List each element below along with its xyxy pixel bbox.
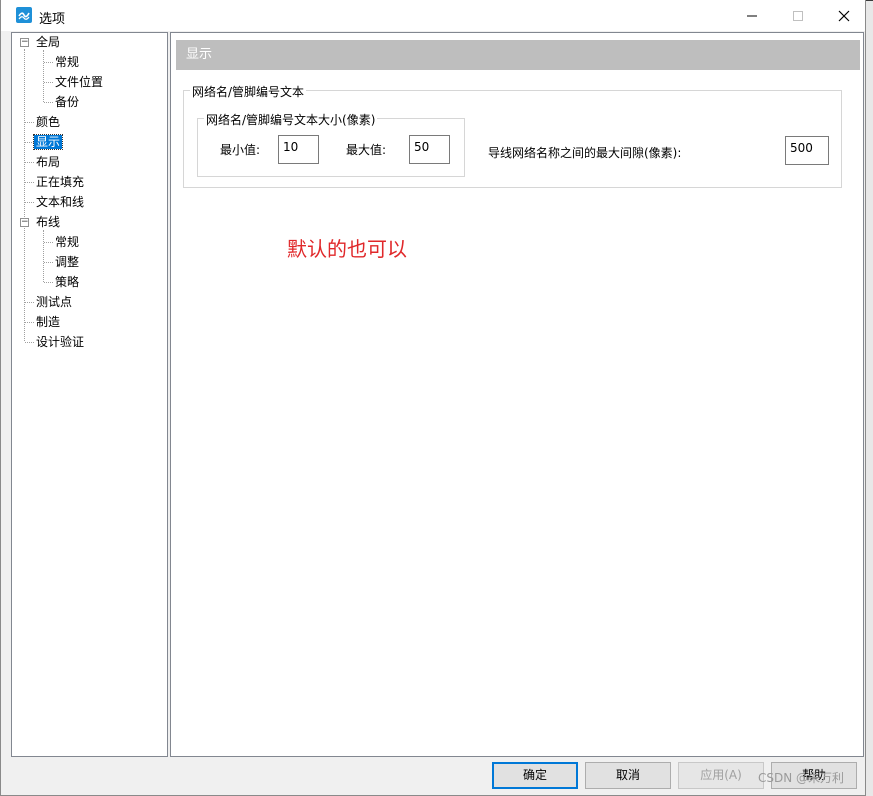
net-name-text-group: 网络名/管脚编号文本 网络名/管脚编号文本大小(像素) 最小值: 10 最大值:… (183, 83, 842, 188)
tree-item-label: 文本和线 (36, 195, 85, 209)
tree-item-label: 备份 (55, 95, 80, 109)
tree-item-label: 正在填充 (36, 175, 85, 189)
text-size-group: 网络名/管脚编号文本大小(像素) 最小值: 10 最大值: 50 (197, 111, 465, 177)
tree-connector (25, 202, 34, 203)
collapse-icon[interactable]: − (20, 38, 29, 47)
tree-item-manufacturing[interactable]: 制造 (34, 313, 62, 331)
group-title: 网络名/管脚编号文本大小(像素) (204, 111, 378, 128)
max-gap-input[interactable]: 500 (785, 136, 829, 165)
tree-connector (44, 62, 53, 63)
app-icon (16, 7, 32, 23)
minimize-icon (747, 15, 757, 16)
tree-item-strategy[interactable]: 策略 (53, 273, 81, 291)
tree-item-design-verification[interactable]: 设计验证 (34, 333, 86, 351)
ok-button[interactable]: 确定 (492, 762, 578, 789)
tree-connector (44, 82, 53, 83)
close-icon (838, 10, 850, 21)
max-value-label: 最大值: (346, 143, 387, 157)
tree-connector (24, 49, 25, 341)
maximize-icon (793, 10, 803, 21)
tree-item-layout[interactable]: 布局 (34, 153, 62, 171)
tree-item-adjust[interactable]: 调整 (53, 253, 81, 271)
max-gap-label: 导线网络名称之间的最大间隙(像素): (488, 146, 682, 160)
tree-connector (44, 262, 53, 263)
tree-item-label: 显示 (32, 134, 64, 150)
options-tree[interactable]: − − 全局 常规 文件位置 备份 颜色 显示 布局 正在填充 文本和线 布线 … (11, 32, 168, 757)
tree-connector (44, 102, 53, 103)
tree-item-backup[interactable]: 备份 (53, 93, 81, 111)
min-value-label: 最小值: (220, 143, 261, 157)
tree-item-label: 颜色 (36, 115, 61, 129)
tree-item-global-general[interactable]: 常规 (53, 53, 81, 71)
tree-connector (25, 342, 34, 343)
section-header: 显示 (176, 40, 860, 70)
tree-connector (25, 182, 34, 183)
tree-connector (43, 50, 44, 102)
tree-item-label: 布线 (36, 215, 61, 229)
tree-item-test-points[interactable]: 测试点 (34, 293, 74, 311)
tree-connector (44, 242, 53, 243)
window-title: 选项 (39, 12, 66, 27)
max-value-input[interactable]: 50 (409, 135, 450, 164)
tree-connector (25, 162, 34, 163)
cancel-button[interactable]: 取消 (585, 762, 671, 789)
tree-item-label: 文件位置 (55, 75, 104, 89)
background-window-edge (866, 1, 873, 796)
group-title: 网络名/管脚编号文本 (190, 83, 307, 100)
tree-item-routing-general[interactable]: 常规 (53, 233, 81, 251)
options-dialog: 选项 − − 全局 常规 文件位置 备份 颜色 显示 布局 正在填充 文本和线 … (0, 0, 866, 796)
tree-item-display[interactable]: 显示 (32, 133, 64, 151)
watermark: CSDN @朱万利 (758, 771, 845, 785)
tree-item-label: 全局 (36, 35, 61, 49)
annotation-note: 默认的也可以 (287, 237, 407, 261)
settings-panel: 显示 网络名/管脚编号文本 网络名/管脚编号文本大小(像素) 最小值: 10 最… (170, 32, 864, 757)
close-button[interactable] (821, 0, 867, 31)
tree-item-file-location[interactable]: 文件位置 (53, 73, 105, 91)
tree-item-text-and-lines[interactable]: 文本和线 (34, 193, 86, 211)
minimize-button[interactable] (729, 0, 775, 31)
tree-connector (25, 322, 34, 323)
tree-item-label: 常规 (55, 235, 80, 249)
tree-item-label: 测试点 (36, 295, 73, 309)
tree-item-filling[interactable]: 正在填充 (34, 173, 86, 191)
tree-connector (43, 230, 44, 282)
tree-item-label: 设计验证 (36, 335, 85, 349)
min-value-input[interactable]: 10 (278, 135, 319, 164)
tree-item-label: 策略 (55, 275, 80, 289)
maximize-button[interactable] (775, 0, 821, 31)
title-bar: 选项 (1, 0, 865, 31)
collapse-icon[interactable]: − (20, 218, 29, 227)
tree-connector (25, 302, 34, 303)
tree-connector (44, 282, 53, 283)
tree-item-colors[interactable]: 颜色 (34, 113, 62, 131)
tree-item-global[interactable]: 全局 (34, 33, 62, 51)
tree-item-label: 布局 (36, 155, 61, 169)
tree-item-label: 调整 (55, 255, 80, 269)
tree-item-label: 制造 (36, 315, 61, 329)
tree-item-label: 常规 (55, 55, 80, 69)
tree-item-routing[interactable]: 布线 (34, 213, 62, 231)
tree-connector (25, 122, 34, 123)
tree-connector (25, 142, 34, 143)
apply-button[interactable]: 应用(A) (678, 762, 764, 789)
